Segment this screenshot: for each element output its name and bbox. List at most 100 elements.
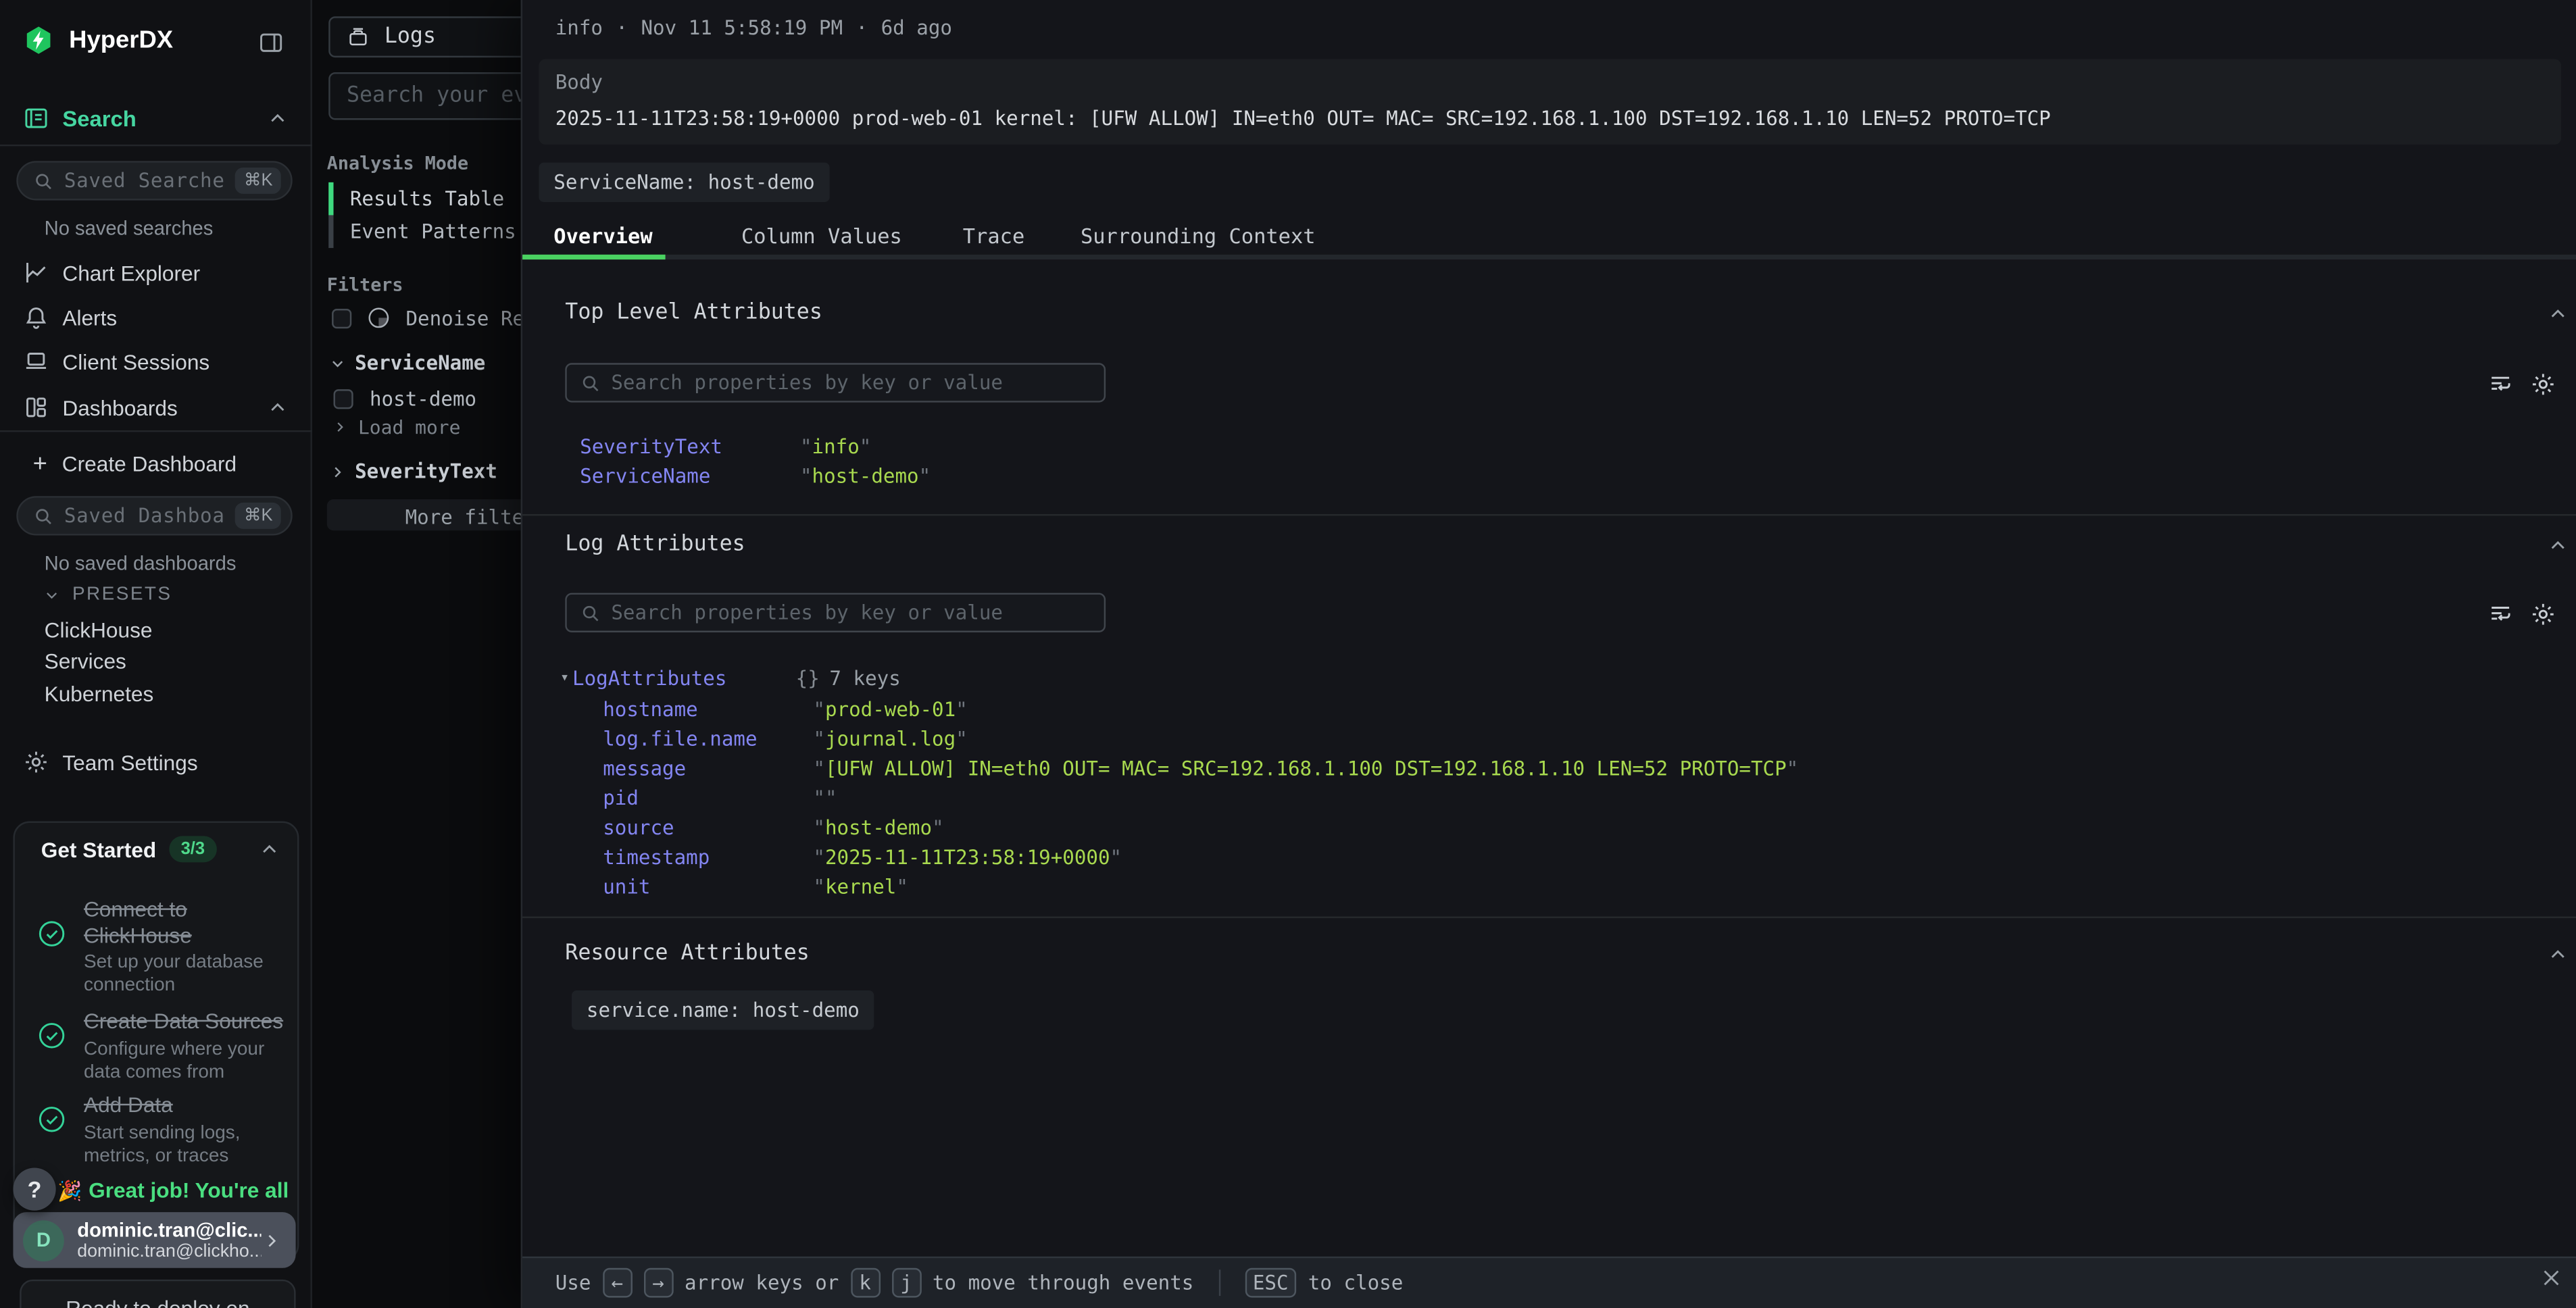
collapse-section-icon[interactable] <box>2546 942 2569 965</box>
check-circle-icon <box>38 920 66 947</box>
resource-attributes-title: Resource Attributes <box>565 941 810 965</box>
log-attributes-search-input[interactable]: Search properties by key or value <box>565 593 1106 632</box>
tab-bar: Overview Column Values Trace Surrounding… <box>553 224 1315 248</box>
sidebar-item-label: Alerts <box>62 305 117 329</box>
attribute-key[interactable]: SeverityText <box>580 435 800 458</box>
preset-services[interactable]: Services <box>45 649 126 673</box>
body-log-line[interactable]: 2025-11-11T23:58:19+0000 prod-web-01 ker… <box>555 107 2552 130</box>
get-started-item[interactable]: Connect to ClickHouse Set up your databa… <box>38 897 284 997</box>
preset-kubernetes[interactable]: Kubernetes <box>45 682 154 706</box>
tab-overview[interactable]: Overview <box>553 224 652 248</box>
filters-label: Filters <box>327 274 403 296</box>
sidebar-item-client-sessions[interactable]: Client Sessions <box>23 348 209 374</box>
attribute-key[interactable]: unit <box>603 876 813 899</box>
create-dashboard-button[interactable]: + Create Dashboard <box>33 450 237 478</box>
close-icon[interactable] <box>2540 1266 2562 1289</box>
attribute-value[interactable]: 2025-11-11T23:58:19+0000 <box>813 846 1122 869</box>
hint-move-events: to move through events <box>933 1272 1193 1294</box>
collapse-section-icon[interactable] <box>2546 302 2569 325</box>
divider <box>522 514 2576 515</box>
user-email: dominic.tran@clickho... <box>77 1242 261 1261</box>
search-icon <box>33 505 55 527</box>
collapse-section-icon[interactable] <box>2546 534 2569 557</box>
facet-servicename-header[interactable]: ServiceName <box>328 351 485 374</box>
arrow-left-key[interactable]: ← <box>602 1268 632 1298</box>
get-started-item[interactable]: Add Data Start sending logs, metrics, or… <box>38 1092 284 1167</box>
gear-icon[interactable] <box>2530 601 2556 628</box>
tab-column-values[interactable]: Column Values <box>741 224 902 248</box>
resource-service-chip[interactable]: service.name: host-demo <box>572 990 874 1030</box>
shortcut-badge: ⌘K <box>236 503 281 529</box>
chevron-up-icon[interactable] <box>258 838 281 861</box>
sidebar-item-search[interactable]: Search <box>23 105 289 132</box>
attribute-key[interactable]: message <box>603 757 813 780</box>
caret-down-icon: ▾ <box>560 670 569 686</box>
tab-trace[interactable]: Trace <box>963 224 1025 248</box>
saved-searches-input[interactable]: Saved Searches ⌘K <box>16 161 292 200</box>
divider <box>0 145 312 146</box>
attribute-key[interactable]: hostname <box>603 698 813 721</box>
tab-surrounding-context[interactable]: Surrounding Context <box>1081 224 1316 248</box>
separator-dot: · <box>856 16 868 39</box>
attribute-key[interactable]: pid <box>603 786 813 809</box>
facet-severitytext-header[interactable]: SeverityText <box>328 460 497 483</box>
user-menu[interactable]: D dominic.tran@clic... dominic.tran@clic… <box>13 1212 295 1268</box>
attribute-row: hostname prod-web-01 <box>603 698 968 721</box>
attribute-key[interactable]: source <box>603 816 813 839</box>
check-circle-icon <box>38 1022 66 1049</box>
attribute-value[interactable]: info <box>800 435 871 458</box>
attribute-key[interactable]: ServiceName <box>580 465 800 488</box>
load-more-link[interactable]: Load more <box>332 416 460 438</box>
chevron-up-icon <box>266 396 289 419</box>
j-key[interactable]: j <box>891 1268 921 1298</box>
log-attributes-search-placeholder: Search properties by key or value <box>611 601 1003 624</box>
attribute-value[interactable] <box>813 786 837 809</box>
gear-icon[interactable] <box>2530 371 2556 397</box>
get-started-card: Get Started 3/3 Connect to ClickHouse Se… <box>13 822 299 1262</box>
arrow-right-key[interactable]: → <box>643 1268 673 1298</box>
gear-icon <box>23 749 49 776</box>
preset-clickhouse[interactable]: ClickHouse <box>45 618 153 642</box>
service-name-chip[interactable]: ServiceName: host-demo <box>539 163 829 202</box>
saved-dashboards-input[interactable]: Saved Dashboards ⌘K <box>16 496 292 535</box>
collapse-sidebar-icon[interactable] <box>258 30 284 56</box>
top-level-search-input[interactable]: Search properties by key or value <box>565 363 1106 402</box>
attribute-value[interactable]: host-demo <box>813 816 943 839</box>
event-age: 6d ago <box>881 16 952 39</box>
party-emoji: 🎉 <box>57 1178 82 1201</box>
sidebar-item-dashboards[interactable]: Dashboards <box>23 394 289 420</box>
presets-toggle[interactable]: PRESETS <box>43 584 172 604</box>
denoise-checkbox[interactable] <box>332 308 351 328</box>
get-started-item-title: Create Data Sources <box>84 1009 284 1034</box>
attribute-key[interactable]: log.file.name <box>603 728 813 751</box>
deploy-banner[interactable]: Ready to deploy on <box>20 1280 295 1308</box>
sidebar-item-team-settings[interactable]: Team Settings <box>23 749 198 776</box>
search-icon <box>33 170 55 192</box>
wrap-lines-icon[interactable] <box>2487 601 2514 628</box>
brand[interactable]: HyperDX <box>23 24 173 55</box>
facet-value-host-demo[interactable]: host-demo <box>334 388 477 411</box>
sidebar-item-alerts[interactable]: Alerts <box>23 304 117 330</box>
k-key[interactable]: k <box>850 1268 880 1298</box>
attribute-value[interactable]: [UFW ALLOW] IN=eth0 OUT= MAC= SRC=192.16… <box>813 757 1798 780</box>
hyperdx-logo-icon <box>23 24 54 55</box>
laptop-icon <box>23 348 49 374</box>
attribute-value[interactable]: host-demo <box>800 465 931 488</box>
get-started-item[interactable]: Create Data Sources Configure where your… <box>38 1009 284 1084</box>
sidebar-item-chart-explorer[interactable]: Chart Explorer <box>23 259 200 286</box>
attribute-value[interactable]: kernel <box>813 876 908 899</box>
attribute-tree-root[interactable]: ▾ LogAttributes {} 7 keys <box>560 667 901 690</box>
attribute-root-key: LogAttributes <box>572 667 796 690</box>
hint-use: Use <box>555 1272 591 1294</box>
facet-checkbox[interactable] <box>334 389 353 409</box>
body-card: Body 2025-11-11T23:58:19+0000 prod-web-0… <box>539 59 2561 145</box>
esc-key[interactable]: ESC <box>1245 1268 1297 1298</box>
sidebar-item-label: Dashboards <box>62 395 177 420</box>
help-button[interactable]: ? <box>13 1168 55 1211</box>
wrap-lines-icon[interactable] <box>2487 371 2514 397</box>
hyperdx-app: HyperDX Search Saved Searches ⌘K No save… <box>0 0 2576 1308</box>
get-started-title: Get Started <box>41 837 156 861</box>
attribute-key[interactable]: timestamp <box>603 846 813 869</box>
attribute-value[interactable]: journal.log <box>813 728 967 751</box>
attribute-value[interactable]: prod-web-01 <box>813 698 967 721</box>
